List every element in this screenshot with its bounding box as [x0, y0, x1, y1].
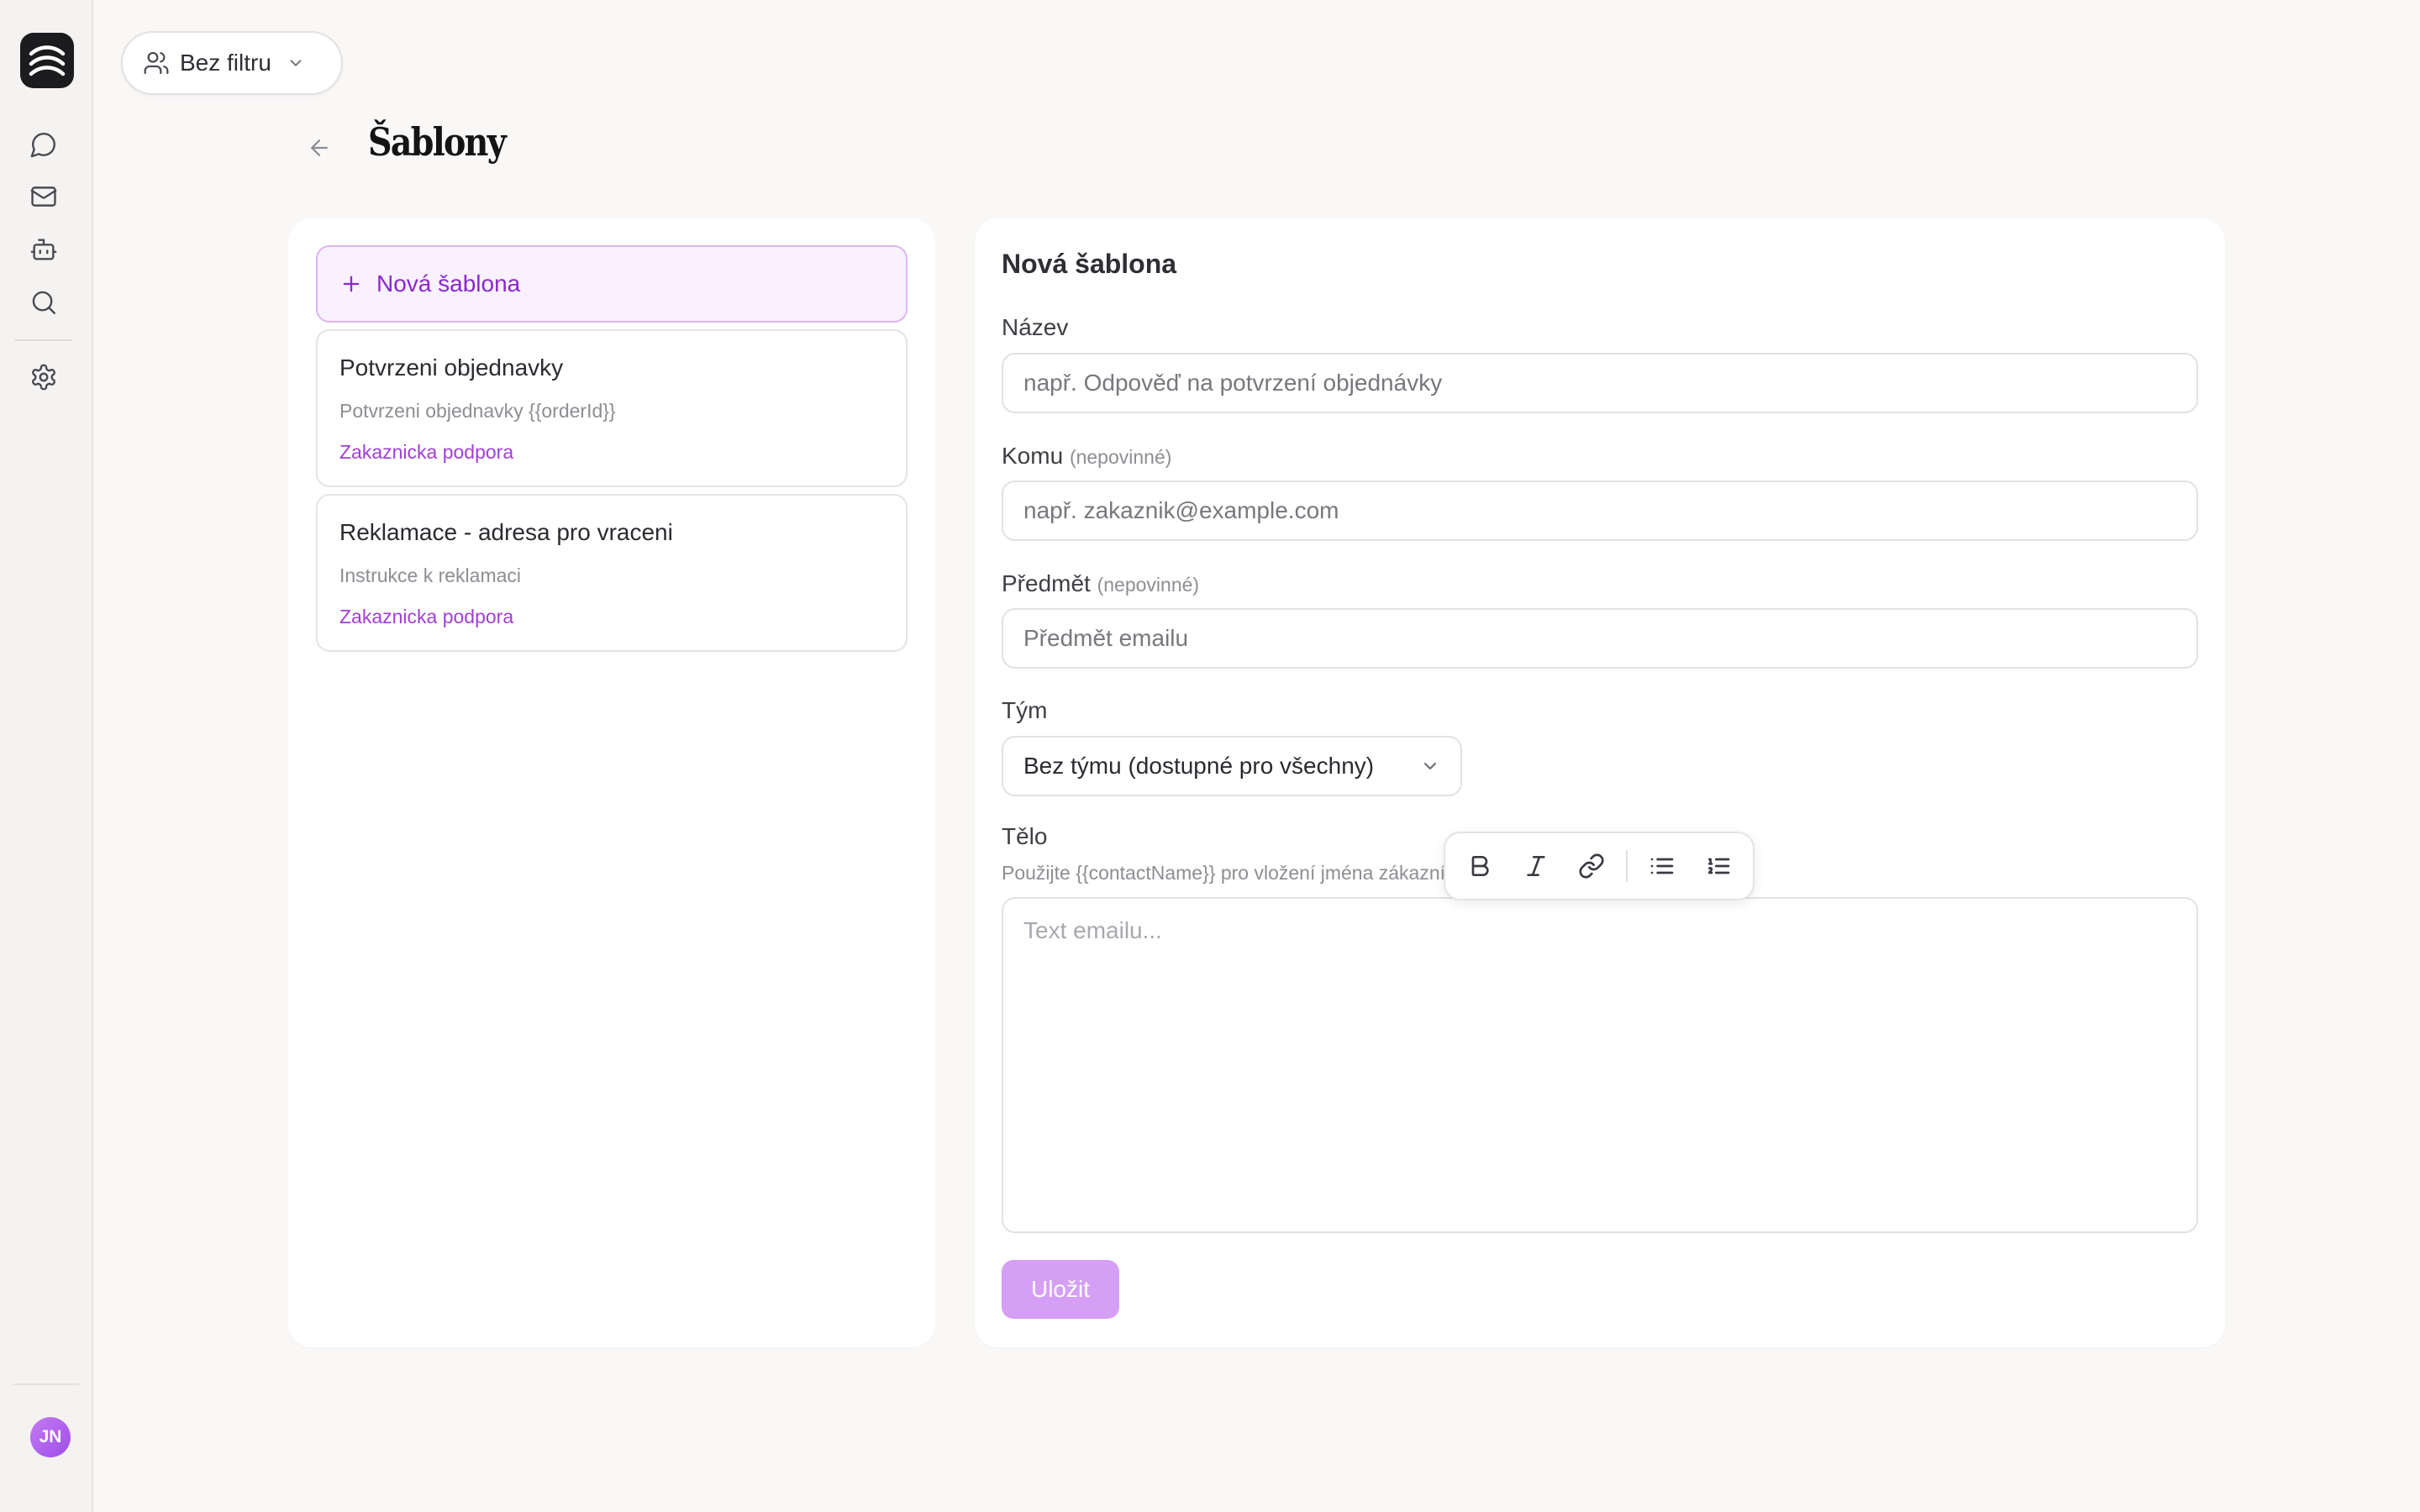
bullet-list-icon [1651, 858, 1674, 874]
name-input[interactable] [1002, 353, 2198, 413]
arrow-left-icon [311, 139, 328, 156]
formatting-toolbar [1444, 832, 1754, 900]
template-team: Zakaznicka podpora [339, 606, 514, 627]
avatar-initials: JN [39, 1427, 62, 1446]
new-template-label: Nová šablona [376, 270, 521, 297]
save-button[interactable]: Uložit [1002, 1260, 1119, 1319]
subject-input[interactable] [1002, 608, 2198, 669]
users-icon [144, 51, 169, 75]
sidebar-divider [15, 339, 72, 341]
name-label: Název [1002, 314, 1068, 341]
numbered-list-button[interactable] [1697, 844, 1739, 888]
template-card[interactable]: Reklamace - adresa pro vraceni Instrukce… [316, 494, 908, 652]
to-label: Komu (nepovinné) [1002, 443, 1171, 470]
template-card[interactable]: Potvrzeni objednavky Potvrzeni objednavk… [316, 329, 908, 487]
to-input[interactable] [1002, 480, 2198, 541]
subject-label: Předmět (nepovinné) [1002, 570, 1199, 597]
template-title: Potvrzeni objednavky [339, 354, 564, 381]
italic-icon [1526, 856, 1545, 876]
template-title: Reklamace - adresa pro vraceni [339, 519, 673, 545]
chevron-down-icon [1424, 763, 1436, 769]
template-team: Zakaznicka podpora [339, 441, 514, 463]
link-icon [1579, 853, 1604, 879]
team-select-value: Bez týmu (dostupné pro všechny) [1023, 753, 1375, 779]
new-template-button[interactable]: Nová šablona [316, 245, 908, 323]
team-select[interactable]: Bez týmu (dostupné pro všechny) [1002, 736, 1462, 796]
sidebar-item-chat[interactable] [29, 129, 59, 160]
filter-label: Bez filtru [180, 50, 271, 76]
bold-icon [1471, 856, 1489, 876]
filter-dropdown[interactable]: Bez filtru [121, 31, 343, 95]
toolbar-separator [1626, 850, 1628, 882]
logo-waves-icon [29, 45, 66, 76]
link-button[interactable] [1570, 844, 1612, 888]
app-logo[interactable] [20, 33, 74, 88]
bold-button[interactable] [1459, 844, 1501, 888]
to-optional: (nepovinné) [1069, 446, 1172, 468]
sidebar: JN [0, 0, 93, 1512]
sidebar-item-search[interactable] [29, 287, 59, 318]
name-label-text: Název [1002, 314, 1069, 340]
body-hint: Použijte {{contactName}} pro vložení jmé… [1002, 862, 1455, 884]
subject-optional: (nepovinné) [1097, 574, 1200, 596]
templates-panel: Nová šablona Potvrzeni objednavky Potvrz… [288, 218, 935, 1347]
template-subject: Instrukce k reklamaci [339, 564, 522, 586]
chat-bubble-icon [30, 133, 55, 158]
search-icon [32, 291, 55, 314]
form-title: Nová šablona [1002, 249, 1177, 279]
template-form-panel: Nová šablona Název Komu (nepovinné) Před… [975, 218, 2225, 1347]
body-label: Tělo [1002, 823, 1047, 850]
team-label: Tým [1002, 697, 1047, 724]
user-avatar[interactable]: JN [30, 1417, 71, 1457]
mail-icon [30, 186, 57, 207]
body-textarea[interactable] [1002, 897, 2198, 1233]
team-label-text: Tým [1002, 697, 1048, 723]
chevron-down-icon [290, 60, 302, 66]
page-title: Šablony [368, 119, 507, 165]
sidebar-item-bot[interactable] [29, 234, 59, 265]
sidebar-bottom-divider [13, 1383, 79, 1385]
back-button[interactable] [304, 133, 334, 163]
bot-icon [30, 239, 57, 260]
template-subject: Potvrzeni objednavky {{orderId}} [339, 400, 616, 422]
bullet-list-button[interactable] [1641, 844, 1683, 888]
sidebar-item-mail[interactable] [29, 181, 59, 212]
plus-icon [343, 276, 360, 292]
numbered-list-icon [1707, 858, 1730, 874]
italic-button[interactable] [1514, 844, 1556, 888]
sidebar-item-settings[interactable] [29, 362, 59, 392]
gear-icon [32, 364, 55, 391]
to-label-text: Komu [1002, 443, 1064, 469]
body-label-text: Tělo [1002, 823, 1048, 849]
subject-label-text: Předmět [1002, 570, 1091, 596]
